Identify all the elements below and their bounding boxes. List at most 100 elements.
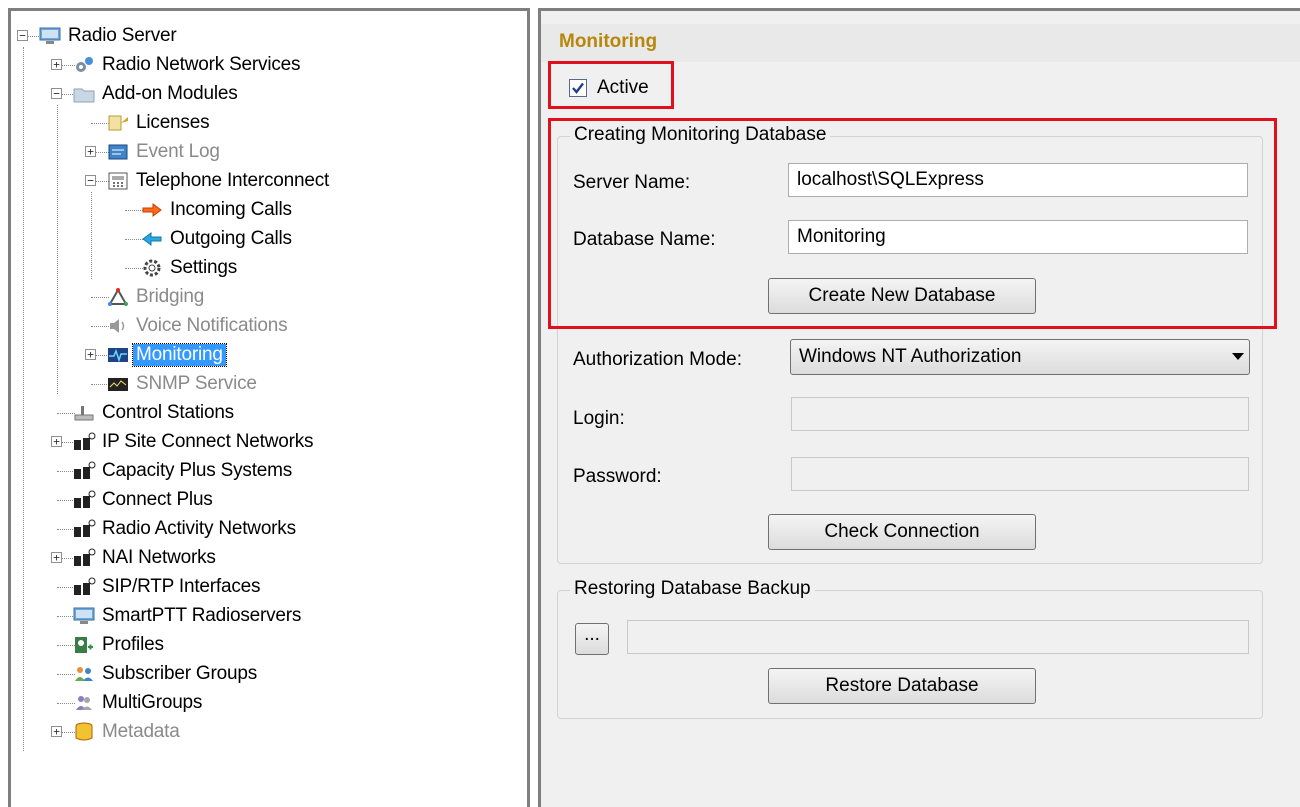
tree-item-label: Voice Notifications (136, 315, 288, 336)
tree-item-add-on-modules[interactable]: − Add-on Modules (11, 80, 527, 109)
network-services-icon (72, 54, 96, 76)
tree-item-label: SIP/RTP Interfaces (102, 576, 261, 597)
tree-item-settings[interactable]: Settings (11, 254, 527, 283)
restore-database-button[interactable]: Restore Database (768, 668, 1036, 704)
collapse-icon[interactable]: − (85, 175, 96, 186)
expand-icon[interactable]: + (85, 349, 96, 360)
tree-item-incoming-calls[interactable]: Incoming Calls (11, 196, 527, 225)
tree-item-licenses[interactable]: Licenses (11, 109, 527, 138)
tree-item-bridging[interactable]: Bridging (11, 283, 527, 312)
tree-item-metadata[interactable]: + Metadata (11, 718, 527, 747)
login-field[interactable] (791, 397, 1249, 431)
tree-item-label: Settings (170, 257, 238, 278)
tree-item-smartptt-radioservers[interactable]: SmartPTT Radioservers (11, 602, 527, 631)
radio-network-icon (72, 460, 96, 482)
radio-network-icon (72, 489, 96, 511)
speaker-icon (106, 315, 130, 337)
multigroups-icon (72, 692, 96, 714)
password-label: Password: (573, 466, 662, 487)
server-icon (38, 25, 62, 47)
tree-item-label: Control Stations (102, 402, 234, 423)
tree-item-label: Connect Plus (102, 489, 213, 510)
highlight-creating-box (548, 118, 1277, 329)
tree-item-label: MultiGroups (102, 692, 203, 713)
telephone-icon (106, 170, 130, 192)
tree-item-connect-plus[interactable]: Connect Plus (11, 486, 527, 515)
tree-item-label: Add-on Modules (102, 83, 238, 104)
metadata-icon (72, 721, 96, 743)
tree-guide-line (57, 105, 58, 394)
tree-item-label: NAI Networks (102, 547, 216, 568)
backup-path-field[interactable] (627, 620, 1249, 654)
login-label: Login: (573, 408, 625, 429)
tree-item-outgoing-calls[interactable]: Outgoing Calls (11, 225, 527, 254)
expand-icon[interactable]: + (51, 436, 62, 447)
tree-item-sip-rtp-interfaces[interactable]: SIP/RTP Interfaces (11, 573, 527, 602)
tree-item-subscriber-groups[interactable]: Subscriber Groups (11, 660, 527, 689)
tree-item-label: Profiles (102, 634, 164, 655)
tree-item-multigroups[interactable]: MultiGroups (11, 689, 527, 718)
radio-network-icon (72, 518, 96, 540)
modules-icon (72, 83, 96, 105)
subscriber-groups-icon (72, 663, 96, 685)
highlight-active-box (548, 61, 674, 109)
server-icon (72, 605, 96, 627)
tree-item-label: Outgoing Calls (170, 228, 292, 249)
tree-item-radio-network-services[interactable]: + Radio Network Services (11, 51, 527, 80)
check-connection-button[interactable]: Check Connection (768, 514, 1036, 550)
radio-network-icon (72, 431, 96, 453)
tree-item-label: Telephone Interconnect (136, 170, 330, 191)
tree-item-capacity-plus-systems[interactable]: Capacity Plus Systems (11, 457, 527, 486)
event-log-icon (106, 141, 130, 163)
tree-item-label: Capacity Plus Systems (102, 460, 293, 481)
snmp-icon (106, 373, 130, 395)
tree-item-label: Monitoring (132, 343, 227, 367)
tree-guide-line (91, 192, 92, 279)
tree-item-label: Radio Activity Networks (102, 518, 296, 539)
tree-item-monitoring[interactable]: + Monitoring (11, 341, 527, 370)
incoming-arrow-icon (140, 199, 164, 221)
authorization-mode-select[interactable]: Windows NT Authorization (790, 339, 1250, 375)
tree-item-telephone-interconnect[interactable]: − Telephone Interconnect (11, 167, 527, 196)
collapse-icon[interactable]: − (17, 30, 28, 41)
navigation-tree-pane: − Radio Server + Radio Network Services − Add… (8, 8, 530, 807)
expand-icon[interactable]: + (51, 726, 62, 737)
tree-item-label: IP Site Connect Networks (102, 431, 314, 452)
tree-item-label: SmartPTT Radioservers (102, 605, 302, 626)
settings-pane: Monitoring Active Creating Monitoring Da… (538, 8, 1300, 807)
tree-item-nai-networks[interactable]: + NAI Networks (11, 544, 527, 573)
tree-item-radio-server[interactable]: − Radio Server (11, 22, 527, 51)
authorization-mode-value: Windows NT Authorization (799, 346, 1022, 367)
tree-item-control-stations[interactable]: Control Stations (11, 399, 527, 428)
expand-icon[interactable]: + (51, 59, 62, 70)
tree-item-snmp-service[interactable]: SNMP Service (11, 370, 527, 399)
collapse-icon[interactable]: − (51, 88, 62, 99)
tree-guide-line (23, 47, 24, 751)
tree-item-label: Radio Network Services (102, 54, 301, 75)
profiles-icon (72, 634, 96, 656)
outgoing-arrow-icon (140, 228, 164, 250)
tree-item-radio-activity-networks[interactable]: Radio Activity Networks (11, 515, 527, 544)
tree-item-label: Incoming Calls (170, 199, 292, 220)
tree-item-ip-site-connect-networks[interactable]: + IP Site Connect Networks (11, 428, 527, 457)
tree-item-voice-notifications[interactable]: Voice Notifications (11, 312, 527, 341)
tree-item-profiles[interactable]: Profiles (11, 631, 527, 660)
radio-network-icon (72, 576, 96, 598)
password-field[interactable] (791, 457, 1249, 491)
bridging-icon (106, 286, 130, 308)
expand-icon[interactable]: + (51, 552, 62, 563)
restore-backup-legend: Restoring Database Backup (570, 578, 815, 600)
browse-button[interactable]: ... (575, 623, 609, 655)
page-title: Monitoring (559, 31, 658, 52)
navigation-tree: − Radio Server + Radio Network Services − Add… (11, 11, 527, 807)
tree-item-event-log[interactable]: + Event Log (11, 138, 527, 167)
radio-network-icon (72, 547, 96, 569)
control-station-icon (72, 402, 96, 424)
chevron-down-icon (1227, 353, 1249, 361)
settings-header: Monitoring (541, 24, 1300, 62)
tree-item-label: Radio Server (68, 25, 177, 46)
gear-icon (140, 257, 164, 279)
tree-item-label: Licenses (136, 112, 210, 133)
monitoring-icon (106, 344, 130, 366)
expand-icon[interactable]: + (85, 146, 96, 157)
